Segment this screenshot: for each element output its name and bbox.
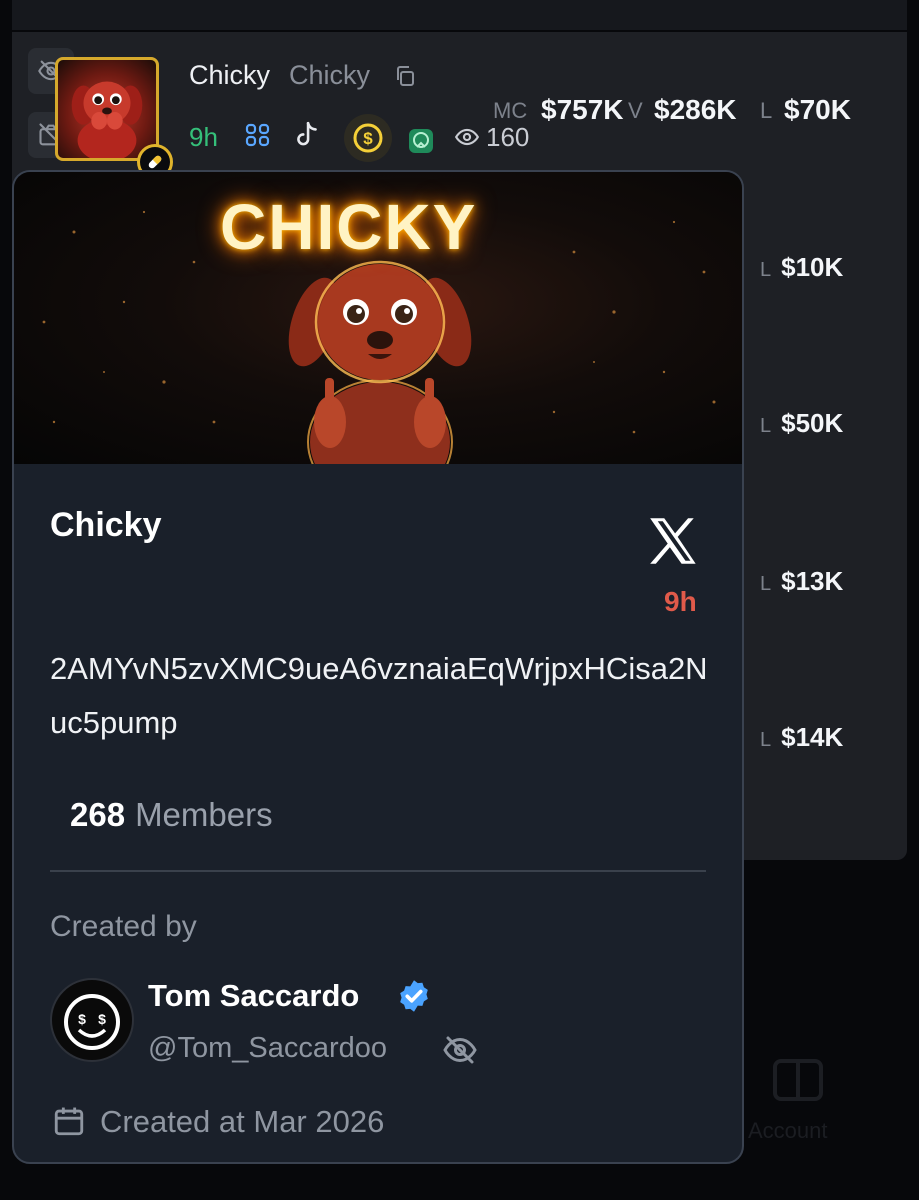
views-count: 160 xyxy=(486,122,530,152)
token-name[interactable]: Chicky xyxy=(189,60,270,91)
token-age: 9h xyxy=(189,122,218,152)
calendar-icon xyxy=(52,1104,86,1143)
token-row[interactable]: Chicky Chicky 9h $ 160 MC $757K V $286K … xyxy=(12,32,907,188)
mc-label: MC xyxy=(493,98,528,123)
hide-creator-button[interactable] xyxy=(442,1032,478,1073)
token-symbol: Chicky xyxy=(289,60,371,90)
green-badge-icon xyxy=(409,129,433,153)
members-number: 268 xyxy=(70,796,126,833)
coin-icon: $ xyxy=(353,123,383,153)
tiktok-link[interactable] xyxy=(294,120,320,150)
token-list xyxy=(740,188,907,860)
liquidity-value: $10K xyxy=(781,252,844,282)
top-strip xyxy=(12,0,907,30)
account-nav-label[interactable]: Account xyxy=(748,1118,828,1144)
list-row-liquidity[interactable]: L $50K xyxy=(760,408,843,439)
x-link[interactable] xyxy=(648,516,700,571)
list-row-liquidity[interactable]: L $13K xyxy=(760,566,843,597)
liquidity-label: L xyxy=(760,259,772,281)
creator-handle[interactable]: @Tom_Saccardoo xyxy=(148,1032,387,1065)
account-icon xyxy=(773,1059,823,1101)
creator-name[interactable]: Tom Saccardo xyxy=(148,978,359,1014)
eye-slash-icon xyxy=(443,1036,477,1064)
created-by-label: Created by xyxy=(50,910,197,943)
liquidity-label: L xyxy=(760,729,772,751)
volume-label: V xyxy=(628,98,643,123)
members-label: Members xyxy=(135,796,273,833)
svg-text:$: $ xyxy=(78,1011,86,1027)
eye-icon xyxy=(454,128,480,146)
views-indicator xyxy=(454,124,480,150)
people-icon xyxy=(245,123,270,147)
volume-value: $286K xyxy=(654,94,737,125)
dog-image xyxy=(71,81,143,158)
liquidity-value: $70K xyxy=(784,94,851,125)
green-badge-link[interactable] xyxy=(408,128,434,154)
mc-value: $757K xyxy=(541,94,624,125)
list-row-liquidity[interactable]: L $14K xyxy=(760,722,843,753)
liquidity-label: L xyxy=(760,415,772,437)
liquidity-value: $50K xyxy=(781,408,844,438)
liquidity-value: $14K xyxy=(781,722,844,752)
members-count: 268 Members xyxy=(70,796,273,834)
liquidity-value: $13K xyxy=(781,566,844,596)
contract-address[interactable]: 2AMYvN5zvXMC9ueA6vznaiaEqWrjpxHCisa2Nuc5… xyxy=(50,642,710,750)
smiley-avatar-image: $ $ xyxy=(64,994,120,1050)
svg-text:$: $ xyxy=(98,1011,106,1027)
coin-link[interactable]: $ xyxy=(344,114,392,162)
tiktok-icon xyxy=(297,121,317,146)
list-row-liquidity[interactable]: L $10K xyxy=(760,252,843,283)
popup-title: Chicky xyxy=(50,506,162,544)
popup-age: 9h xyxy=(664,586,697,617)
token-thumbnail[interactable] xyxy=(55,57,159,161)
svg-text:$: $ xyxy=(363,129,373,148)
holders-link[interactable] xyxy=(244,122,272,148)
divider xyxy=(50,870,706,872)
token-banner: CHICKY xyxy=(14,172,742,464)
banner-title: CHICKY xyxy=(220,191,478,263)
created-at: Created at Mar 2026 xyxy=(100,1104,385,1139)
token-info-popup: CHICKY Chicky 9h 2AMYvN5zvXMC9ueA6vznaia… xyxy=(12,170,744,1164)
verified-badge xyxy=(396,978,432,1019)
liquidity-label: L xyxy=(760,98,773,123)
copy-address-button[interactable] xyxy=(393,64,417,93)
pill-icon xyxy=(148,155,162,169)
creator-avatar[interactable]: $ $ xyxy=(50,978,134,1062)
x-logo-icon xyxy=(650,518,696,564)
account-nav-icon[interactable] xyxy=(772,1058,824,1107)
verified-icon xyxy=(400,980,428,1012)
copy-icon xyxy=(397,66,414,86)
liquidity-label: L xyxy=(760,573,772,595)
